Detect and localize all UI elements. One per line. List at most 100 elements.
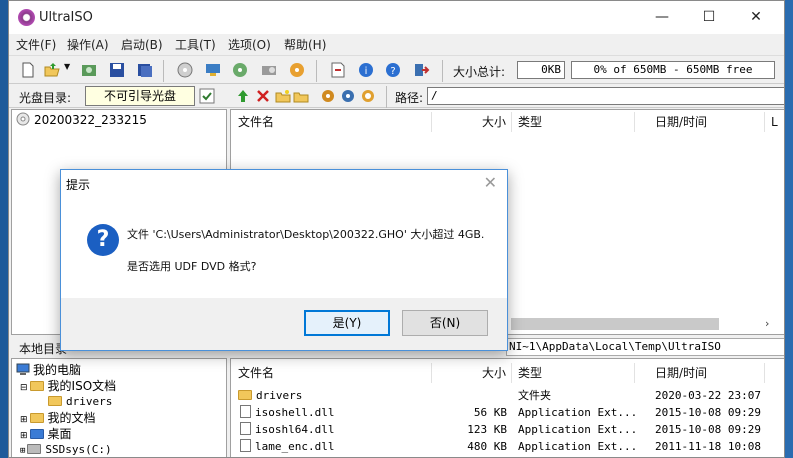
iso-directory-label: 光盘目录: — [19, 91, 72, 105]
local-col-filename[interactable]: 文件名 — [238, 361, 274, 385]
local-col-size[interactable]: 大小 — [482, 361, 506, 385]
boot-file-icon[interactable] — [320, 88, 336, 104]
tree-item-desktop[interactable]: ⊞ 桌面 — [20, 426, 72, 442]
horizontal-scrollbar-thumb[interactable] — [511, 318, 719, 330]
iso-col-date[interactable]: 日期/时间 — [655, 110, 707, 134]
scroll-right-icon[interactable]: › — [765, 317, 769, 330]
delete-icon[interactable] — [255, 88, 271, 104]
column-divider — [511, 363, 512, 383]
menu-tools[interactable]: 工具(T) — [175, 36, 216, 53]
save-icon[interactable] — [108, 61, 126, 79]
menu-action[interactable]: 操作(A) — [67, 36, 109, 53]
path-label: 路径: — [395, 91, 424, 105]
main-toolbar: ▼ i ? 大小总计: 0KB 0% of 650MB - 650MB free — [9, 55, 784, 84]
close-button[interactable]: ✕ — [733, 1, 779, 34]
yes-button[interactable]: 是(Y) — [304, 310, 390, 336]
file-name: isoshl64.dll — [255, 423, 335, 436]
file-size: 480 KB — [467, 440, 507, 453]
expand-icon[interactable]: ⊞ — [20, 446, 25, 456]
dialog-message-line1: 文件 'C:\Users\Administrator\Desktop\20032… — [127, 228, 485, 241]
local-path-field[interactable]: NI~1\AppData\Local\Temp\UltraISO — [506, 338, 784, 356]
tree-item-c-drive[interactable]: ⊞ SSDsys(C:) — [20, 442, 112, 457]
virtual-drive-icon[interactable] — [288, 61, 306, 79]
toolbar-separator — [386, 86, 387, 108]
info-icon[interactable]: i — [357, 61, 375, 79]
dialog-close-icon[interactable]: ✕ — [484, 173, 497, 192]
tree-label: 我的文档 — [47, 411, 96, 425]
dll-file-icon — [240, 439, 251, 452]
expand-icon[interactable]: ⊞ — [20, 431, 28, 441]
column-divider — [764, 363, 765, 383]
local-col-type[interactable]: 类型 — [518, 361, 542, 385]
new-icon[interactable] — [19, 61, 37, 79]
iso-path-field[interactable]: / — [427, 87, 784, 105]
desktop-background — [0, 0, 8, 458]
folder-icon — [238, 390, 252, 400]
iso-col-size[interactable]: 大小 — [482, 110, 506, 134]
table-row[interactable]: lame_enc.dll 480 KB Application Ext... 2… — [231, 438, 784, 455]
file-name: drivers — [256, 389, 303, 402]
table-row[interactable]: isoshell.dll 56 KB Application Ext... 20… — [231, 404, 784, 421]
iso-col-type[interactable]: 类型 — [518, 110, 542, 134]
iso-directory-bar: 光盘目录: 不可引导光盘 路径: / — [9, 85, 784, 108]
folder-icon — [48, 396, 62, 406]
settings-gear-icon[interactable] — [340, 88, 356, 104]
extract-icon[interactable] — [80, 61, 98, 79]
maximize-button[interactable]: ☐ — [686, 1, 732, 34]
file-date: 2015-10-08 09:29 — [655, 406, 761, 419]
boot-check-icon[interactable] — [199, 88, 215, 104]
boot-status-field[interactable]: 不可引导光盘 — [85, 86, 195, 106]
tree-item-my-iso-docs[interactable]: ⊟ 我的ISO文档 — [20, 378, 116, 394]
help-icon[interactable]: ? — [384, 61, 402, 79]
tree-label: 我的电脑 — [33, 363, 82, 377]
menu-help[interactable]: 帮助(H) — [284, 36, 326, 53]
no-button[interactable]: 否(N) — [402, 310, 488, 336]
table-row[interactable]: isoshl64.dll 123 KB Application Ext... 2… — [231, 421, 784, 438]
new-folder-icon[interactable] — [275, 88, 291, 104]
desktop-icon — [29, 429, 44, 439]
local-tree-pane: 我的电脑 ⊟ 我的ISO文档 drivers ⊞ 我的文档 ⊞ 桌面 ⊞ SSDsys(… — [11, 358, 227, 457]
tree-item-my-documents[interactable]: ⊞ 我的文档 — [20, 410, 96, 426]
file-type: 文件夹 — [518, 389, 551, 402]
open-icon[interactable] — [43, 61, 61, 79]
menu-bar: 文件(F) 操作(A) 启动(B) 工具(T) 选项(O) 帮助(H) — [9, 34, 784, 54]
dll-file-icon — [240, 422, 251, 435]
documents-folder-icon — [29, 413, 44, 423]
svg-text:?: ? — [390, 66, 395, 77]
iso-tree-root[interactable]: 20200322_233215 — [16, 112, 147, 128]
file-type: Application Ext... — [518, 406, 638, 419]
expand-icon[interactable]: ⊞ — [20, 415, 28, 425]
file-date: 2020-03-22 23:07 — [655, 389, 761, 402]
dll-file-icon — [240, 405, 251, 418]
file-date: 2015-10-08 09:29 — [655, 423, 761, 436]
open-dropdown-icon[interactable]: ▼ — [64, 62, 70, 71]
make-cd-image-icon[interactable] — [176, 61, 194, 79]
tree-item-drivers[interactable]: drivers — [48, 394, 112, 410]
file-size: 56 KB — [473, 406, 507, 419]
menu-boot[interactable]: 启动(B) — [121, 36, 163, 53]
up-folder-icon[interactable] — [235, 88, 251, 104]
burn-icon[interactable] — [260, 61, 278, 79]
tree-item-my-computer[interactable]: 我的电脑 — [16, 362, 81, 378]
capacity-usage-bar: 0% of 650MB - 650MB free — [571, 61, 775, 79]
compress-icon[interactable] — [231, 61, 249, 79]
iso-col-extra[interactable]: L — [771, 110, 778, 134]
iso-col-filename[interactable]: 文件名 — [238, 110, 274, 134]
toolbar-separator — [163, 60, 164, 82]
title-bar[interactable]: UltraISO — ☐ ✕ — [9, 1, 784, 34]
save-as-icon[interactable] — [136, 61, 154, 79]
table-row[interactable]: drivers 文件夹 2020-03-22 23:07 — [231, 387, 784, 404]
toolbar-separator — [442, 60, 443, 82]
mount-icon[interactable] — [204, 61, 222, 79]
minimize-button[interactable]: — — [639, 1, 685, 34]
exit-icon[interactable] — [412, 61, 430, 79]
menu-options[interactable]: 选项(O) — [228, 36, 271, 53]
format-prompt-dialog: 提示 ✕ ? 文件 'C:\Users\Administrator\Deskto… — [60, 169, 508, 351]
local-col-date[interactable]: 日期/时间 — [655, 361, 707, 385]
collapse-icon[interactable]: ⊟ — [20, 383, 28, 393]
properties-icon[interactable] — [329, 61, 347, 79]
refresh-icon[interactable] — [360, 88, 376, 104]
rename-icon[interactable] — [293, 88, 309, 104]
local-file-list-pane: 文件名 大小 类型 日期/时间 drivers 文件夹 2020-03-22 2… — [230, 358, 784, 457]
menu-file[interactable]: 文件(F) — [16, 36, 56, 53]
